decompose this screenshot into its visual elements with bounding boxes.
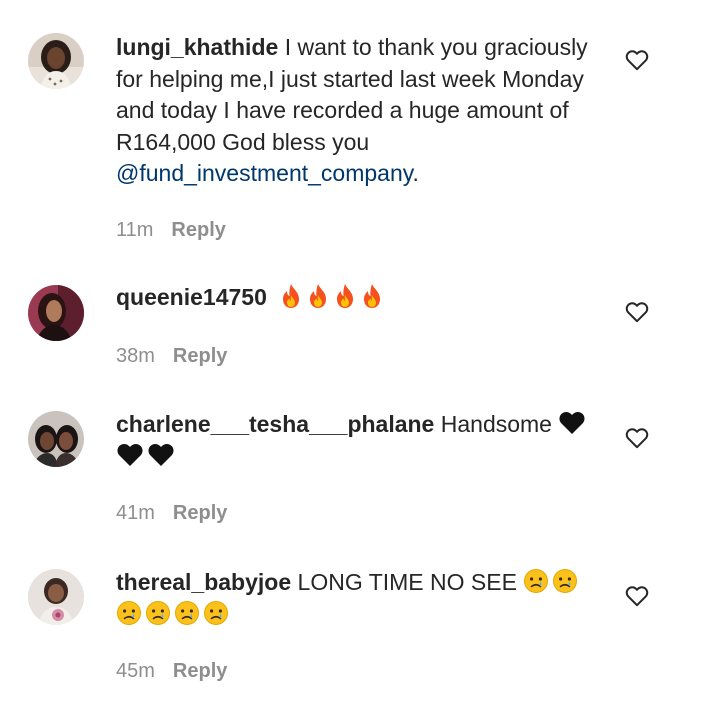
fire-emoji: [333, 283, 357, 309]
comment-body: lungi_khathide I want to thank you graci…: [116, 32, 594, 190]
comment-username[interactable]: queenie14750: [116, 284, 267, 310]
comment-username[interactable]: thereal_babyjoe: [116, 569, 291, 595]
comment-body: charlene___tesha___phalane Handsome: [116, 409, 594, 472]
comment-meta: 38m Reply: [116, 344, 227, 368]
heart-outline-icon: [625, 50, 649, 71]
crying-face-emoji: [203, 600, 229, 626]
like-button[interactable]: [625, 49, 649, 71]
comment-text: Handsome: [440, 411, 552, 437]
heart-outline-icon: [625, 586, 649, 607]
crying-face-emoji: [174, 600, 200, 626]
avatar[interactable]: [28, 411, 84, 467]
like-button[interactable]: [625, 585, 649, 607]
comment-item: thereal_babyjoe LONG TIME NO SEE 45m Repl…: [0, 534, 714, 710]
fire-emoji: [306, 283, 330, 309]
black-heart-emoji: [558, 410, 586, 436]
comment-timestamp: 41m: [116, 502, 155, 524]
like-button[interactable]: [625, 427, 649, 449]
reply-button[interactable]: Reply: [173, 502, 227, 524]
comment-timestamp: 45m: [116, 660, 155, 682]
crying-face-emoji: [116, 600, 142, 626]
fire-emoji: [360, 283, 384, 309]
comment-timestamp: 38m: [116, 345, 155, 367]
heart-outline-icon: [625, 302, 649, 323]
comment-item: lungi_khathide I want to thank you graci…: [0, 0, 714, 250]
comment-item: charlene___tesha___phalane Handsome 41m R…: [0, 376, 714, 534]
black-heart-emoji: [147, 442, 175, 468]
comment-body: thereal_babyjoe LONG TIME NO SEE: [116, 567, 594, 630]
crying-face-emoji: [523, 568, 549, 594]
like-button[interactable]: [625, 301, 649, 323]
comment-username[interactable]: lungi_khathide: [116, 34, 278, 60]
comment-text: LONG TIME NO SEE: [297, 569, 517, 595]
comment-item: queenie14750 38m Reply: [0, 250, 714, 375]
comment-text-end: .: [412, 160, 419, 186]
heart-outline-icon: [625, 428, 649, 449]
comment-meta: 11m Reply: [116, 218, 226, 242]
comment-body: queenie14750: [116, 282, 594, 314]
crying-face-emoji: [552, 568, 578, 594]
fire-emoji: [279, 283, 303, 309]
reply-button[interactable]: Reply: [173, 345, 227, 367]
avatar[interactable]: [28, 285, 84, 341]
reply-button[interactable]: Reply: [173, 660, 227, 682]
black-heart-emoji: [116, 442, 144, 468]
comment-timestamp: 11m: [116, 219, 154, 241]
avatar[interactable]: [28, 569, 84, 625]
reply-button[interactable]: Reply: [171, 219, 225, 241]
comment-meta: 41m Reply: [116, 501, 227, 525]
comment-username[interactable]: charlene___tesha___phalane: [116, 411, 434, 437]
avatar[interactable]: [28, 33, 84, 89]
crying-face-emoji: [145, 600, 171, 626]
comment-mention-link[interactable]: @fund_investment_company: [116, 160, 413, 186]
comment-meta: 45m Reply: [116, 659, 227, 683]
